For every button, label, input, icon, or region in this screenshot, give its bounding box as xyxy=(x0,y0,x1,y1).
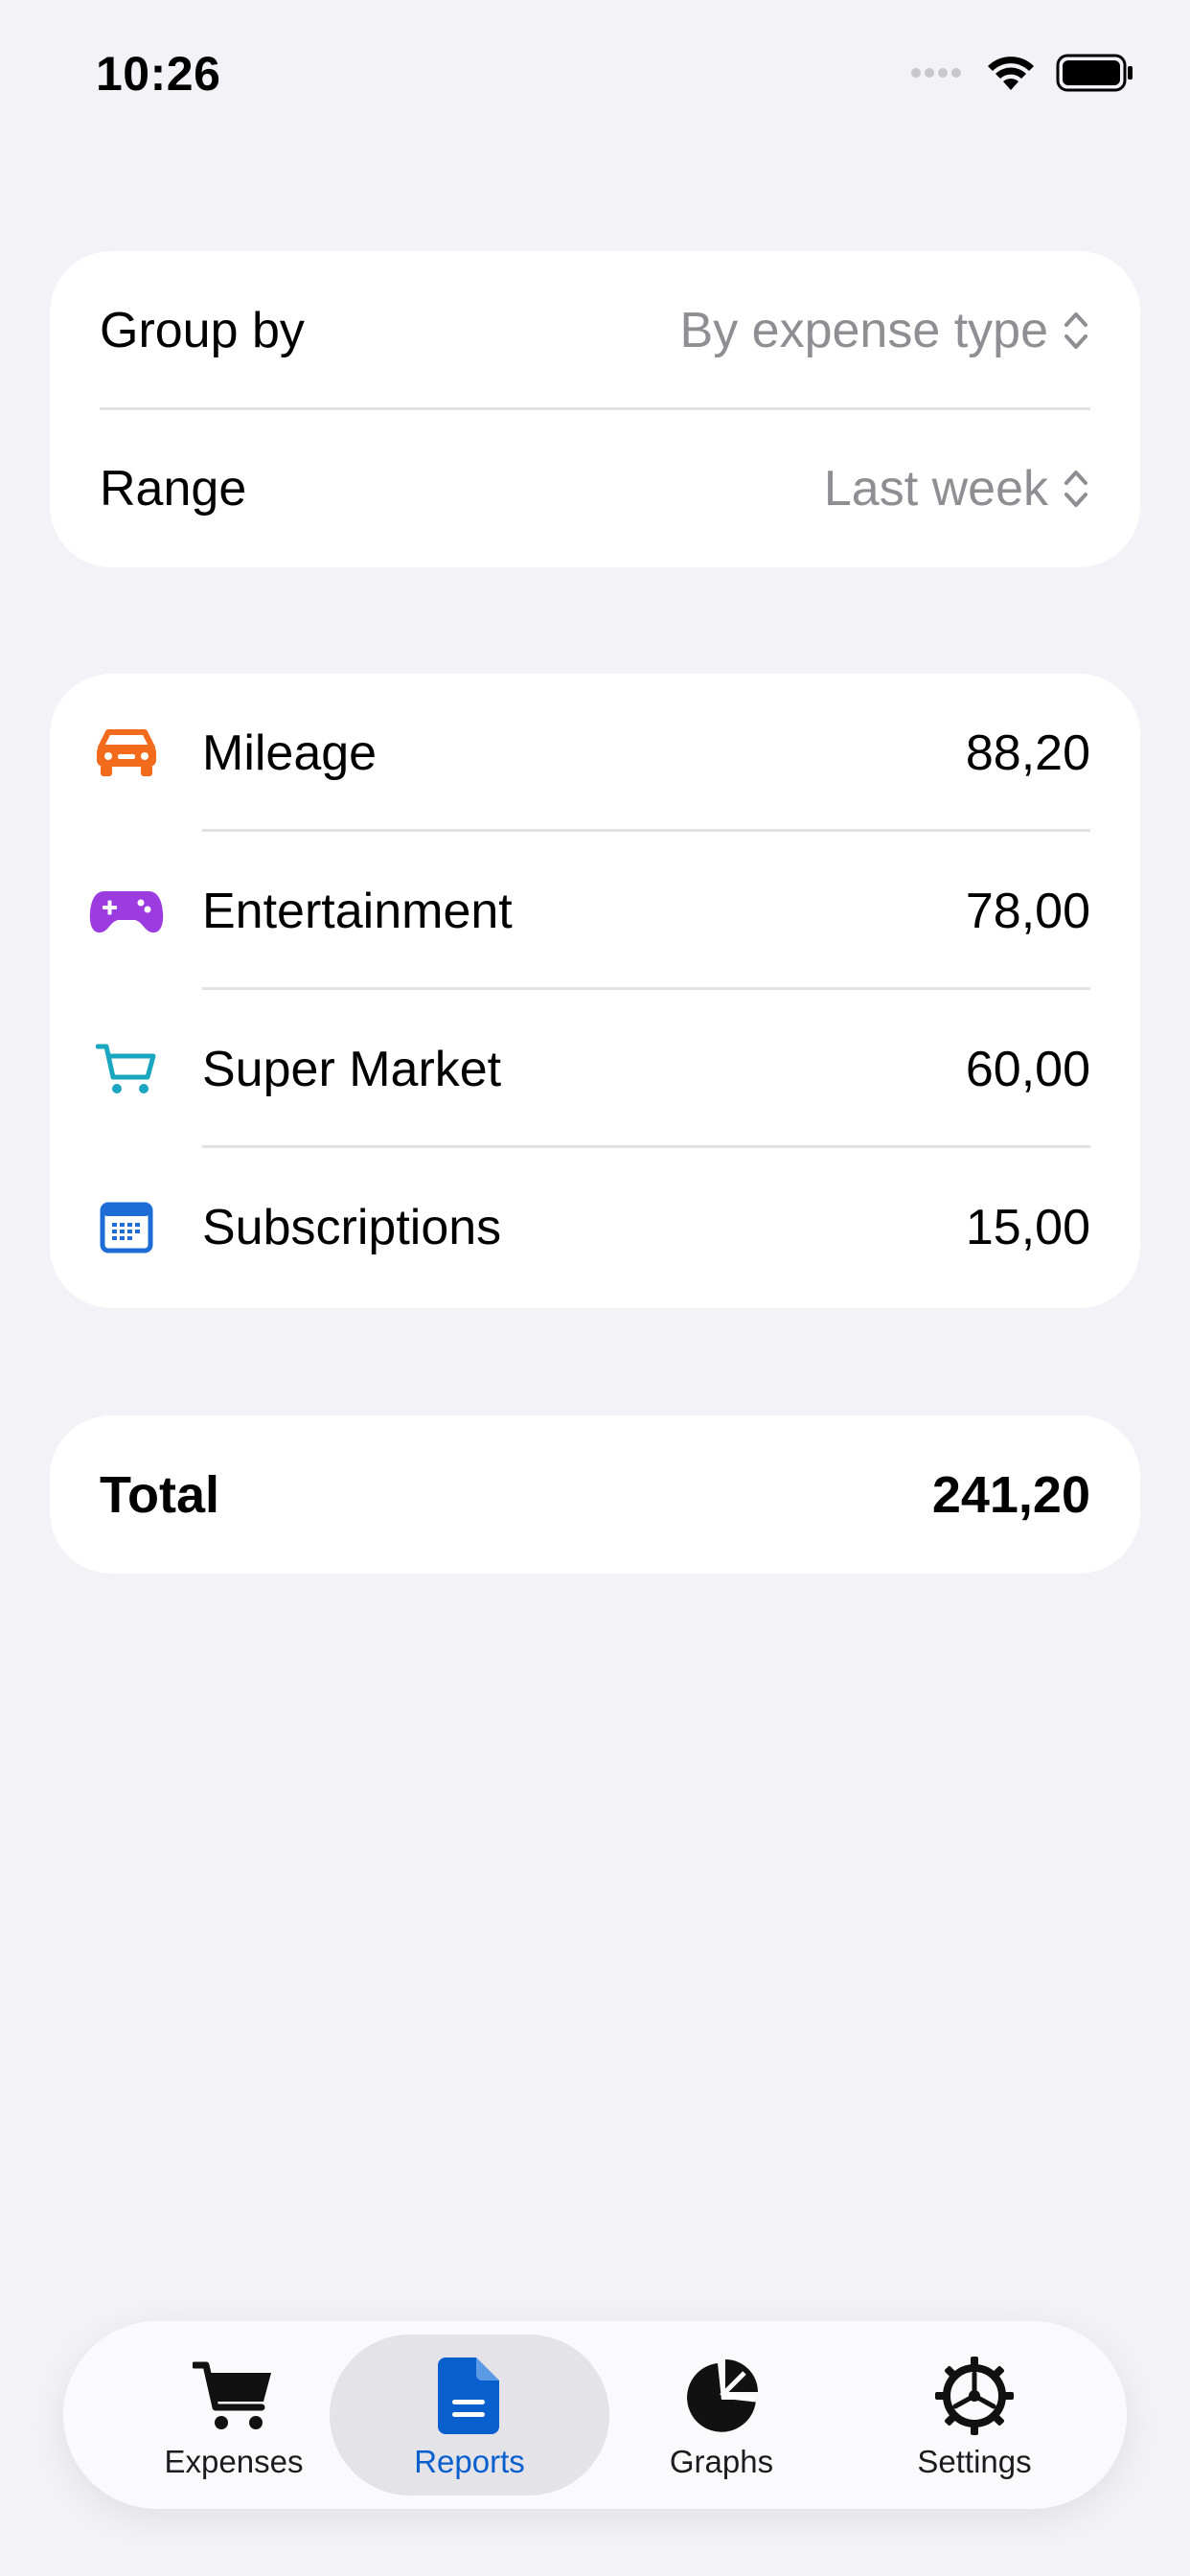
calendar-icon xyxy=(88,1194,165,1261)
category-name: Mileage xyxy=(202,724,378,781)
cart-icon xyxy=(191,2356,277,2436)
tab-label: Reports xyxy=(414,2444,525,2479)
group-by-picker[interactable]: By expense type xyxy=(680,302,1090,359)
chevron-up-down-icon xyxy=(1064,311,1087,349)
category-amount: 60,00 xyxy=(965,1041,1090,1097)
battery-icon xyxy=(1056,54,1133,92)
category-amount: 78,00 xyxy=(965,883,1090,939)
wifi-icon xyxy=(988,57,1034,90)
group-by-label: Group by xyxy=(100,302,305,358)
category-amount: 15,00 xyxy=(965,1199,1090,1255)
cart-icon xyxy=(88,1036,165,1103)
range-row[interactable]: Range Last week xyxy=(50,409,1140,567)
chevron-up-down-icon xyxy=(1064,470,1087,507)
status-time: 10:26 xyxy=(96,47,221,101)
tab-settings[interactable]: Settings xyxy=(835,2334,1114,2496)
category-name: Super Market xyxy=(202,1041,502,1097)
category-name: Entertainment xyxy=(202,883,513,939)
range-label: Range xyxy=(100,460,247,517)
status-bar: 10:26 xyxy=(0,0,1190,153)
range-picker[interactable]: Last week xyxy=(824,460,1090,518)
total-label: Total xyxy=(100,1465,219,1524)
list-item-mileage[interactable]: Mileage 88,20 xyxy=(50,674,1140,832)
tab-label: Settings xyxy=(917,2444,1032,2479)
category-name: Subscriptions xyxy=(202,1199,502,1255)
tab-reports[interactable]: Reports xyxy=(330,2334,609,2496)
group-by-row[interactable]: Group by By expense type xyxy=(50,251,1140,409)
tab-label: Graphs xyxy=(669,2444,774,2479)
list-item-super-market[interactable]: Super Market 60,00 xyxy=(50,990,1140,1148)
pie-chart-icon xyxy=(678,2356,765,2436)
expense-categories-card: Mileage 88,20 Entertainment 78,00 Super xyxy=(50,674,1140,1308)
report-settings-card: Group by By expense type Range Last week xyxy=(50,251,1140,567)
category-amount: 88,20 xyxy=(965,724,1090,781)
list-item-entertainment[interactable]: Entertainment 78,00 xyxy=(50,832,1140,990)
status-icons xyxy=(910,54,1134,92)
tab-label: Expenses xyxy=(164,2444,304,2479)
document-icon xyxy=(426,2356,513,2436)
car-icon xyxy=(88,720,165,787)
range-value: Last week xyxy=(823,460,1048,517)
group-by-value: By expense type xyxy=(679,302,1048,358)
list-item-subscriptions[interactable]: Subscriptions 15,00 xyxy=(50,1148,1140,1306)
total-card: Total 241,20 xyxy=(50,1415,1140,1574)
tab-graphs[interactable]: Graphs xyxy=(582,2334,861,2496)
gear-icon xyxy=(931,2356,1018,2436)
tab-bar: Expenses Reports Graphs Settings xyxy=(63,2321,1127,2509)
total-amount: 241,20 xyxy=(931,1465,1090,1524)
cellular-signal-icon xyxy=(911,68,961,78)
gamecontroller-icon xyxy=(88,878,165,945)
